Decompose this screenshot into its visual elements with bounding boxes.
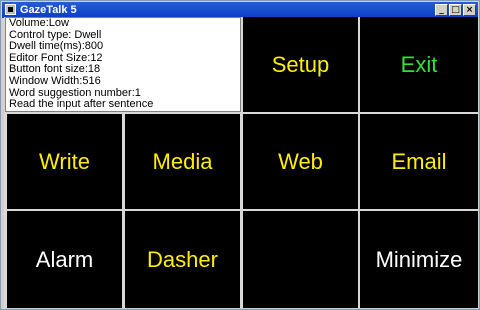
web-button[interactable]: Web	[243, 114, 358, 209]
button-grid: Volume:Low Control type: Dwell Dwell tim…	[4, 17, 478, 308]
email-button[interactable]: Email	[360, 114, 478, 209]
app-icon	[5, 4, 16, 15]
alarm-button[interactable]: Alarm	[7, 211, 122, 308]
info-panel: Volume:Low Control type: Dwell Dwell tim…	[5, 17, 241, 112]
maximize-window-button[interactable]: □	[449, 4, 462, 16]
info-window-width: Window Width:516	[9, 74, 101, 87]
info-read-input: Read the input after sentence	[9, 98, 154, 111]
setup-button[interactable]: Setup	[243, 17, 358, 112]
dasher-button[interactable]: Dasher	[125, 211, 240, 308]
write-button[interactable]: Write	[7, 114, 122, 209]
minimize-button[interactable]: Minimize	[360, 211, 478, 308]
title-bar[interactable]: GazeTalk 5 _ □ ×	[2, 2, 478, 18]
close-window-button[interactable]: ×	[463, 4, 476, 16]
info-volume: Volume:Low	[9, 17, 69, 29]
minimize-window-button[interactable]: _	[435, 4, 448, 16]
media-button[interactable]: Media	[125, 114, 240, 209]
empty-button[interactable]	[243, 211, 358, 308]
window-title: GazeTalk 5	[20, 4, 77, 16]
app-window: GazeTalk 5 _ □ × Volume:Low Control type…	[0, 0, 480, 310]
exit-button[interactable]: Exit	[360, 17, 478, 112]
